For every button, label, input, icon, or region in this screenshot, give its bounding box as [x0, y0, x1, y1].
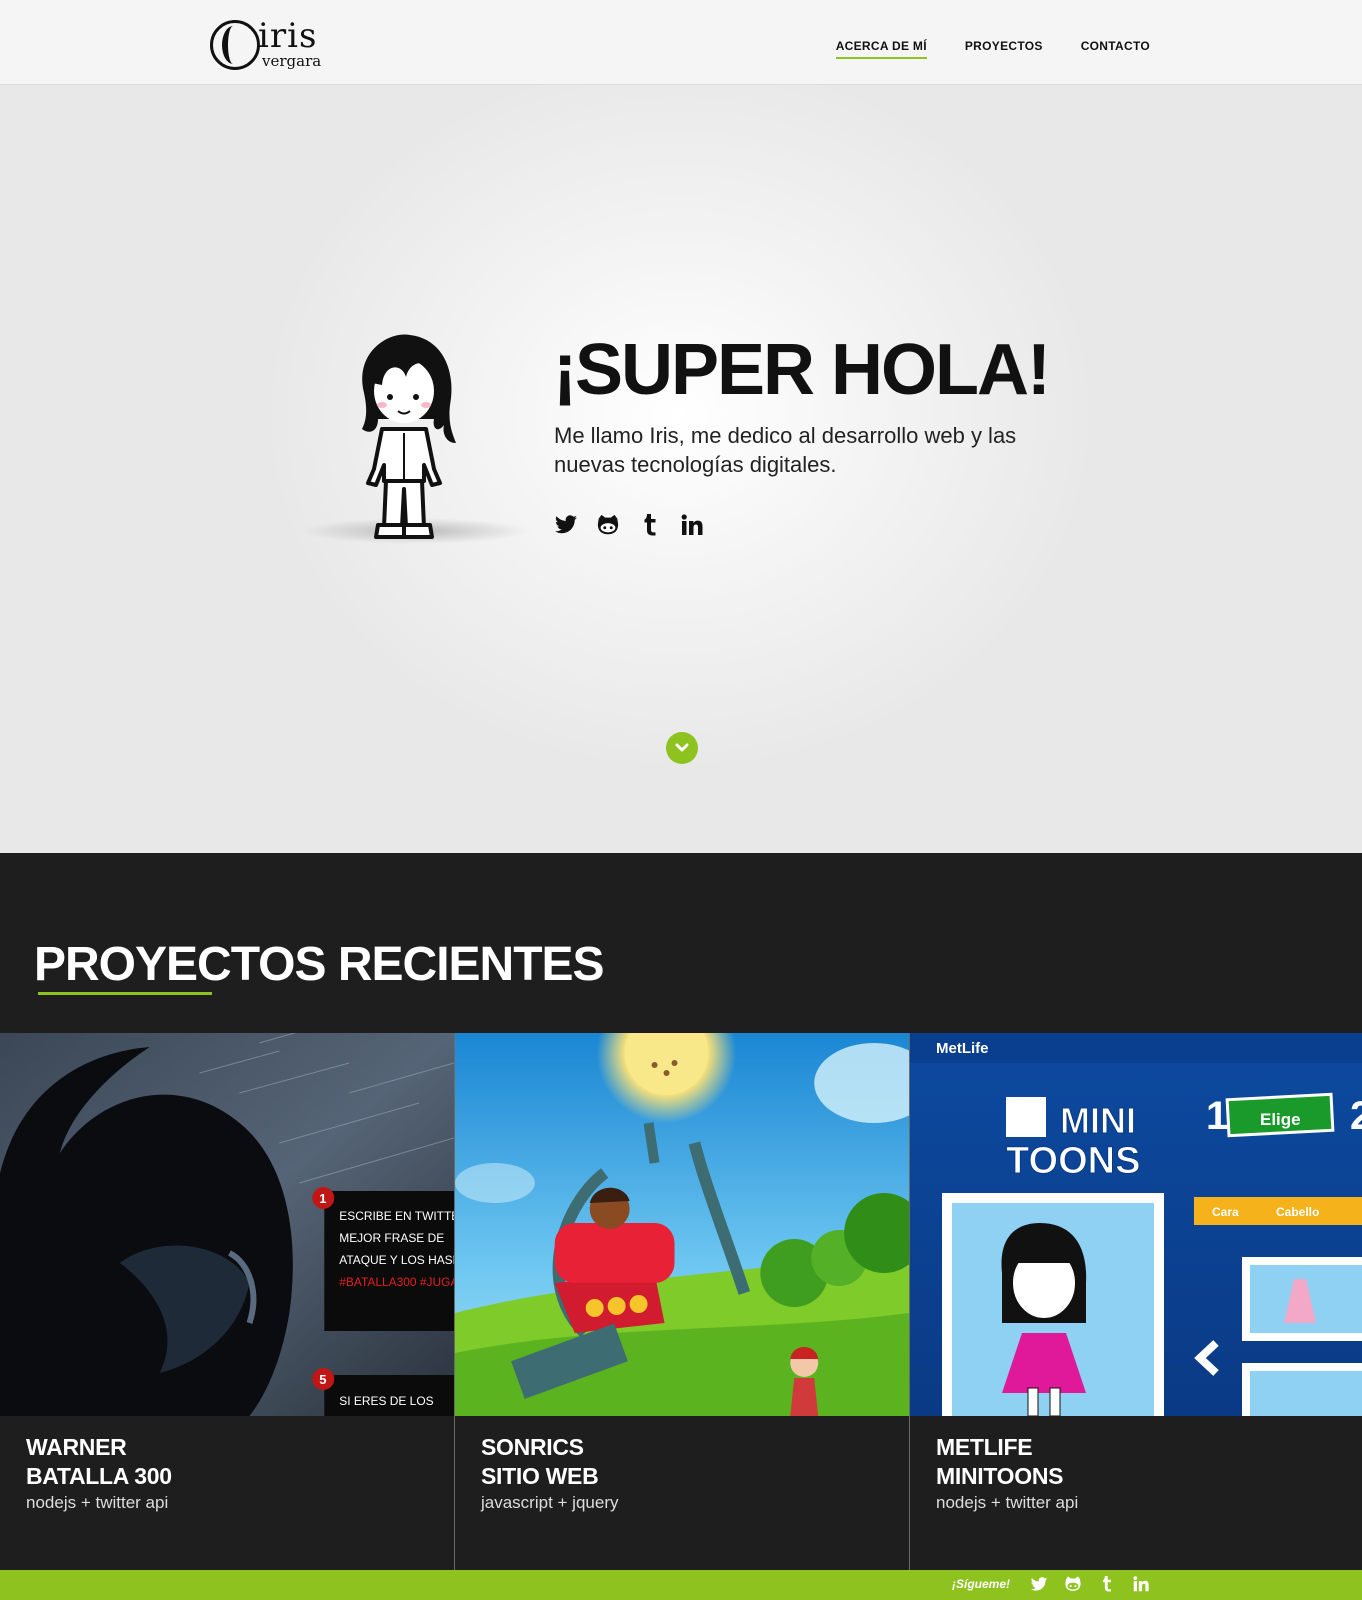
project-image-metlife: MetLife MINI TOONS 1 Elige 2 Cara Cabell… — [910, 1033, 1362, 1416]
warner-line-4: #BATALLA300 #JUGAR — [339, 1275, 454, 1289]
github-icon[interactable] — [1064, 1575, 1082, 1593]
scroll-down-button[interactable] — [666, 732, 698, 764]
project-title-line2: BATALLA 300 — [26, 1463, 172, 1489]
project-title-line1: WARNER — [26, 1434, 127, 1460]
project-image-sonrics — [455, 1033, 909, 1416]
minitoons-toons: TOONS — [1006, 1140, 1140, 1182]
linkedin-icon[interactable] — [680, 513, 704, 537]
warner-step-5: 5 — [319, 1372, 326, 1387]
logo-face — [222, 26, 244, 64]
project-image-warner: 1 ESCRIBE EN TWITTER TU MEJOR FRASE DE A… — [0, 1033, 454, 1416]
minitoons-mini: MINI — [1060, 1100, 1136, 1141]
project-tech: nodejs + twitter api — [936, 1493, 1079, 1512]
project-cards: 1 ESCRIBE EN TWITTER TU MEJOR FRASE DE A… — [0, 1033, 1362, 1570]
tumblr-icon[interactable] — [638, 513, 662, 537]
twitter-icon[interactable] — [554, 513, 578, 537]
logo-name: iris — [258, 16, 318, 56]
metlife-elige: Elige — [1260, 1110, 1301, 1129]
project-tech: nodejs + twitter api — [26, 1493, 169, 1512]
nav-link-contact[interactable]: CONTACTO — [1081, 39, 1150, 59]
project-info-metlife: METLIFE MINITOONS nodejs + twitter api — [936, 1433, 1078, 1513]
logo[interactable]: iris vergara — [208, 16, 328, 74]
project-title-line1: METLIFE — [936, 1434, 1033, 1460]
linkedin-icon[interactable] — [1132, 1575, 1150, 1593]
warner-line-1: ESCRIBE EN TWITTER TU — [339, 1209, 454, 1223]
follow-label: ¡Sígueme! — [951, 1577, 1010, 1591]
metlife-step-2: 2 — [1350, 1094, 1362, 1138]
main-nav: ACERCA DE MÍ PROYECTOS CONTACTO — [835, 39, 1150, 59]
twitter-icon[interactable] — [1030, 1575, 1048, 1593]
metlife-tab-cabello: Cabello — [1276, 1205, 1319, 1219]
project-title-line2: MINITOONS — [936, 1463, 1064, 1489]
hero-section: ¡SUPER HOLA! Me llamo Iris, me dedico al… — [0, 85, 1362, 853]
warner-step-1: 1 — [319, 1191, 326, 1206]
project-card-metlife[interactable]: MetLife MINI TOONS 1 Elige 2 Cara Cabell… — [910, 1033, 1362, 1570]
nav-link-about[interactable]: ACERCA DE MÍ — [835, 39, 927, 59]
project-card-warner[interactable]: 1 ESCRIBE EN TWITTER TU MEJOR FRASE DE A… — [0, 1033, 455, 1570]
warner-line-2: MEJOR FRASE DE — [339, 1231, 444, 1245]
github-icon[interactable] — [596, 513, 620, 537]
tumblr-icon[interactable] — [1098, 1575, 1116, 1593]
project-info-warner: WARNER BATALLA 300 nodejs + twitter api — [26, 1433, 172, 1513]
site-header: iris vergara ACERCA DE MÍ PROYECTOS CONT… — [0, 0, 1362, 85]
metlife-tab-cara: Cara — [1212, 1205, 1239, 1219]
hero-title: ¡SUPER HOLA! — [553, 330, 1051, 410]
project-card-sonrics[interactable]: SONRICS SITIO WEB javascript + jquery — [455, 1033, 910, 1570]
hero-social-links — [554, 513, 704, 537]
metlife-step-1: 1 — [1206, 1094, 1228, 1138]
metlife-brand: MetLife — [936, 1040, 989, 1057]
nav-link-projects[interactable]: PROYECTOS — [965, 39, 1043, 59]
footer-social: ¡Sígueme! — [952, 1575, 1150, 1593]
projects-title: PROYECTOS RECIENTES — [34, 938, 605, 991]
project-title-line2: SITIO WEB — [481, 1463, 599, 1489]
project-info-sonrics: SONRICS SITIO WEB javascript + jquery — [481, 1433, 618, 1513]
project-tech: javascript + jquery — [481, 1493, 619, 1512]
chevron-down-icon — [675, 743, 689, 752]
warner-line-5: SI ERES DE LOS — [339, 1394, 433, 1408]
footer-bar: ¡Sígueme! — [0, 1570, 1362, 1600]
hero-intro-text: Me llamo Iris, me dedico al desarrollo w… — [554, 423, 1017, 477]
warner-line-3: ATAQUE Y LOS HASHTAG: — [339, 1253, 454, 1267]
projects-title-underline — [38, 992, 212, 995]
avatar-illustration — [362, 334, 456, 539]
projects-section: PROYECTOS RECIENTES 1 ESCRIBE EN TWITT M… — [0, 853, 1362, 1570]
logo-subtitle: vergara — [262, 52, 322, 70]
project-title-line1: SONRICS — [481, 1434, 584, 1460]
